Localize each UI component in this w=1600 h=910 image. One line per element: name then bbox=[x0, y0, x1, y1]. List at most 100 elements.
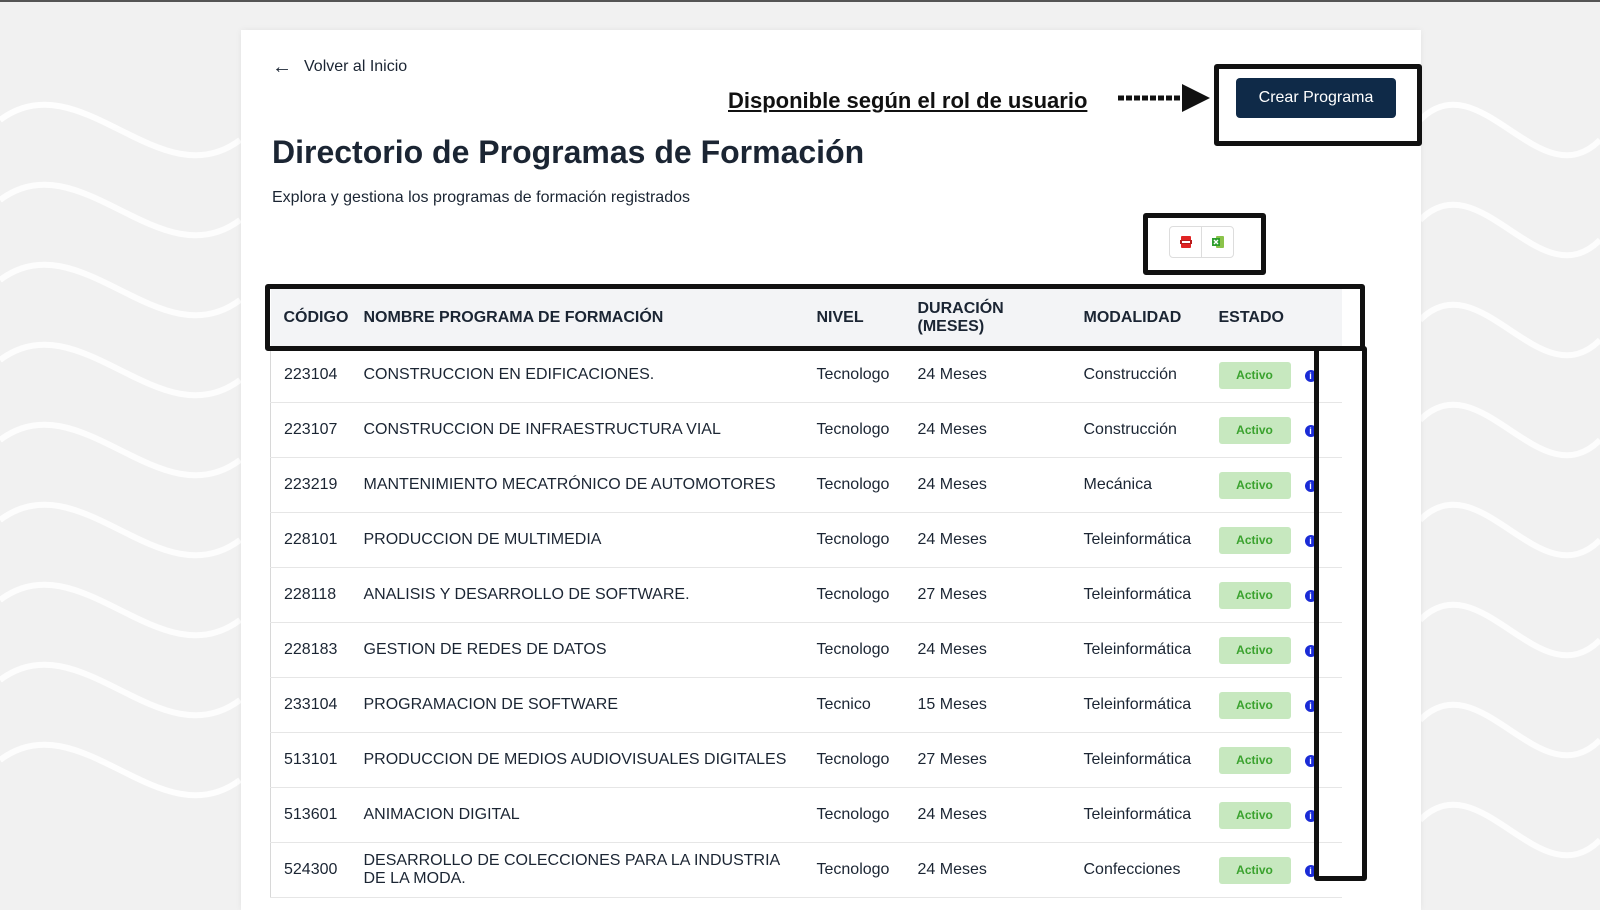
table-row: 223107 CONSTRUCCION DE INFRAESTRUCTURA VI… bbox=[270, 402, 1342, 458]
cell-modalidad: Confecciones bbox=[1070, 842, 1206, 898]
cell-nivel: Tecnologo bbox=[803, 787, 905, 843]
cell-nombre: ANALISIS Y DESARROLLO DE SOFTWARE. bbox=[350, 567, 804, 623]
pdf-file-icon bbox=[1179, 236, 1192, 248]
cell-nivel: Tecnologo bbox=[803, 842, 905, 898]
cell-modalidad: Teleinformática bbox=[1070, 732, 1206, 788]
cell-duracion: 27 Meses bbox=[904, 732, 1071, 788]
cell-modalidad: Construcción bbox=[1070, 402, 1206, 458]
column-header-estado[interactable]: ESTADO bbox=[1205, 288, 1292, 348]
cell-duracion: 24 Meses bbox=[904, 457, 1071, 513]
cell-actions: i bbox=[1291, 787, 1342, 843]
column-header-nombre[interactable]: NOMBRE PROGRAMA DE FORMACIÓN bbox=[350, 288, 804, 348]
cell-nombre: MANTENIMIENTO MECATRÓNICO DE AUTOMOTORES bbox=[350, 457, 804, 513]
role-note: Disponible según el rol de usuario bbox=[728, 88, 1088, 113]
back-to-home-link[interactable]: ← Volver al Inicio bbox=[272, 56, 407, 78]
column-header-actions bbox=[1291, 288, 1342, 348]
cell-codigo: 223104 bbox=[270, 348, 351, 403]
page-title: Directorio de Programas de Formación bbox=[272, 134, 865, 170]
status-badge: Activo bbox=[1218, 526, 1291, 554]
cell-nivel: Tecnologo bbox=[803, 732, 905, 788]
cell-actions: i bbox=[1291, 677, 1342, 733]
status-badge: Activo bbox=[1218, 581, 1291, 609]
cell-estado: Activo bbox=[1205, 842, 1292, 898]
cell-actions: i bbox=[1291, 457, 1342, 513]
cell-modalidad: Mecánica bbox=[1070, 457, 1206, 513]
cell-nombre: GESTION DE REDES DE DATOS bbox=[350, 622, 804, 678]
cell-estado: Activo bbox=[1205, 732, 1292, 788]
status-badge: Activo bbox=[1218, 856, 1291, 884]
export-button-group bbox=[1169, 226, 1234, 258]
create-program-button[interactable]: Crear Programa bbox=[1236, 78, 1396, 118]
main-card: ← Volver al Inicio Disponible según el r… bbox=[241, 30, 1422, 910]
cell-nivel: Tecnologo bbox=[803, 457, 905, 513]
column-header-modalidad[interactable]: MODALIDAD bbox=[1070, 288, 1206, 348]
info-icon[interactable]: i bbox=[1304, 755, 1317, 767]
cell-estado: Activo bbox=[1205, 787, 1292, 843]
table-row: 233104 PROGRAMACION DE SOFTWARE Tecnico 15 … bbox=[270, 677, 1342, 733]
info-icon[interactable]: i bbox=[1304, 590, 1317, 602]
status-badge: Activo bbox=[1218, 636, 1291, 664]
cell-duracion: 24 Meses bbox=[904, 842, 1071, 898]
export-pdf-button[interactable] bbox=[1170, 227, 1201, 257]
export-excel-button[interactable] bbox=[1201, 227, 1233, 257]
table-row: 228183 GESTION DE REDES DE DATOS Tecnologo… bbox=[270, 622, 1342, 678]
table-row: 223219 MANTENIMIENTO MECATRÓNICO DE AUTOM… bbox=[270, 457, 1342, 513]
cell-duracion: 24 Meses bbox=[904, 622, 1071, 678]
column-header-codigo[interactable]: CÓDIGO bbox=[270, 288, 351, 348]
cell-duracion: 24 Meses bbox=[904, 348, 1071, 403]
cell-actions: i bbox=[1291, 402, 1342, 458]
cell-nivel: Tecnologo bbox=[803, 402, 905, 458]
cell-nivel: Tecnologo bbox=[803, 622, 905, 678]
info-icon[interactable]: i bbox=[1304, 535, 1317, 547]
info-icon[interactable]: i bbox=[1304, 370, 1317, 382]
cell-codigo: 513101 bbox=[270, 732, 351, 788]
cell-codigo: 524300 bbox=[270, 842, 351, 898]
table-row: 513601 ANIMACION DIGITAL Tecnologo 24 Meses… bbox=[270, 787, 1342, 843]
cell-actions: i bbox=[1291, 732, 1342, 788]
cell-nombre: CONSTRUCCION EN EDIFICACIONES. bbox=[350, 348, 804, 403]
info-icon[interactable]: i bbox=[1304, 700, 1317, 712]
cell-estado: Activo bbox=[1205, 622, 1292, 678]
column-header-nivel[interactable]: NIVEL bbox=[803, 288, 905, 348]
cell-modalidad: Construcción bbox=[1070, 348, 1206, 403]
table-row: 223104 CONSTRUCCION EN EDIFICACIONES. Tecn… bbox=[270, 348, 1342, 403]
info-icon[interactable]: i bbox=[1304, 425, 1317, 437]
cell-nivel: Tecnico bbox=[803, 677, 905, 733]
arrow-left-icon: ← bbox=[272, 56, 292, 78]
cell-nombre: DESARROLLO DE COLECCIONES PARA LA INDUST… bbox=[350, 842, 804, 898]
top-border bbox=[0, 0, 1600, 2]
cell-nivel: Tecnologo bbox=[803, 512, 905, 568]
info-icon[interactable]: i bbox=[1304, 865, 1317, 877]
cell-estado: Activo bbox=[1205, 348, 1292, 403]
table-body: 223104 CONSTRUCCION EN EDIFICACIONES. Tecn… bbox=[270, 348, 1342, 898]
status-badge: Activo bbox=[1218, 471, 1291, 499]
cell-modalidad: Teleinformática bbox=[1070, 567, 1206, 623]
cell-nombre: PROGRAMACION DE SOFTWARE bbox=[350, 677, 804, 733]
cell-duracion: 24 Meses bbox=[904, 787, 1071, 843]
cell-duracion: 24 Meses bbox=[904, 402, 1071, 458]
cell-nivel: Tecnologo bbox=[803, 567, 905, 623]
table-row: 228118 ANALISIS Y DESARROLLO DE SOFTWARE.… bbox=[270, 567, 1342, 623]
cell-actions: i bbox=[1291, 567, 1342, 623]
cell-nombre: PRODUCCION DE MEDIOS AUDIOVISUALES DIGIT… bbox=[350, 732, 804, 788]
cell-nombre: ANIMACION DIGITAL bbox=[350, 787, 804, 843]
column-header-duracion[interactable]: DURACIÓN (MESES) bbox=[904, 288, 1071, 348]
table-row: 228101 PRODUCCION DE MULTIMEDIA Tecnologo 2… bbox=[270, 512, 1342, 568]
cell-nombre: CONSTRUCCION DE INFRAESTRUCTURA VIAL bbox=[350, 402, 804, 458]
cell-actions: i bbox=[1291, 512, 1342, 568]
cell-nombre: PRODUCCION DE MULTIMEDIA bbox=[350, 512, 804, 568]
table-row: 524300 DESARROLLO DE COLECCIONES PARA LA … bbox=[270, 842, 1342, 898]
cell-codigo: 223219 bbox=[270, 457, 351, 513]
cell-codigo: 233104 bbox=[270, 677, 351, 733]
status-badge: Activo bbox=[1218, 361, 1291, 389]
cell-estado: Activo bbox=[1205, 457, 1292, 513]
info-icon[interactable]: i bbox=[1304, 810, 1317, 822]
table-header: CÓDIGO NOMBRE PROGRAMA DE FORMACIÓN NIVE… bbox=[270, 288, 1342, 348]
info-icon[interactable]: i bbox=[1304, 645, 1317, 657]
cell-estado: Activo bbox=[1205, 512, 1292, 568]
status-badge: Activo bbox=[1218, 746, 1291, 774]
cell-estado: Activo bbox=[1205, 677, 1292, 733]
cell-modalidad: Teleinformática bbox=[1070, 512, 1206, 568]
cell-codigo: 228101 bbox=[270, 512, 351, 568]
info-icon[interactable]: i bbox=[1304, 480, 1317, 492]
